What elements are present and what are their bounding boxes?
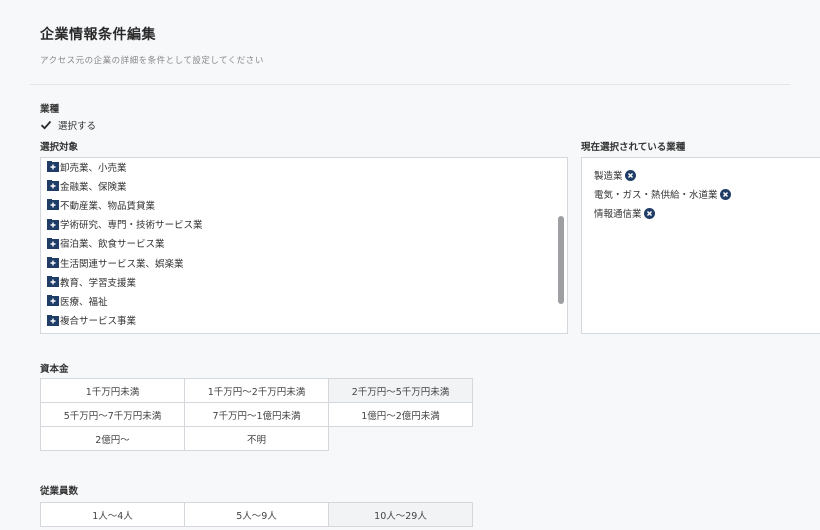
folder-plus-icon[interactable] [47,180,59,192]
industry-option[interactable]: 医療、福祉 [47,291,203,310]
capital-option[interactable]: 2億円～ [40,426,185,451]
page-subtitle: アクセス元の企業の詳細を条件として設定してください [40,56,264,66]
industry-option[interactable]: 不動産業、物品賃貸業 [47,195,203,214]
industry-option[interactable]: 金融業、保険業 [47,176,203,195]
capital-option[interactable]: 1億円～2億円未満 [328,402,473,427]
capital-option[interactable]: 1千万円～2千万円未満 [184,378,329,403]
industry-option[interactable]: 学術研究、専門・技術サービス業 [47,215,203,234]
industry-target-label: 選択対象 [40,142,79,153]
header-divider [30,84,790,85]
capital-option[interactable]: 7千万円～1億円未満 [184,402,329,427]
folder-plus-icon[interactable] [47,314,59,326]
checkmark-icon[interactable] [40,119,52,131]
selected-industry-label: 電気・ガス・熱供給・水道業 [594,190,718,201]
industry-option-label: 教育、学習支援業 [60,277,137,289]
industry-label: 業種 [40,104,60,115]
capital-option[interactable]: 不明 [184,426,329,451]
industry-select-label: 選択する [58,121,97,132]
employees-option[interactable]: 1人～4人 [40,502,185,527]
folder-plus-icon[interactable] [47,199,59,211]
industry-option[interactable]: 卸売業、小売業 [47,158,203,176]
folder-plus-icon[interactable] [47,276,59,288]
industry-option-label: 医療、福祉 [60,296,108,308]
capital-label: 資本金 [40,364,69,375]
employees-label: 従業員数 [40,486,79,497]
employees-option[interactable]: 5人～9人 [184,502,329,527]
industry-option-label: 学術研究、専門・技術サービス業 [60,220,203,232]
folder-plus-icon[interactable] [47,257,59,269]
industry-option[interactable]: 生活関連サービス業、娯楽業 [47,253,203,272]
list-scrollbar[interactable] [558,216,564,304]
folder-plus-icon[interactable] [47,161,59,173]
folder-plus-icon[interactable] [47,237,59,249]
industry-option-label: 宿泊業、飲食サービス業 [60,239,165,251]
industry-option-label: 卸売業、小売業 [60,162,127,174]
remove-icon[interactable] [624,169,636,181]
folder-plus-icon[interactable] [47,295,59,307]
industry-option-label: 生活関連サービス業、娯楽業 [60,258,184,270]
selected-industry-label: 情報通信業 [594,209,642,220]
industry-option[interactable]: 複合サービス事業 [47,311,203,330]
selected-industries-panel: 製造業 電気・ガス・熱供給・水道業 情報通信業 [581,157,820,334]
industry-option-label: 不動産業、物品賃貸業 [60,200,156,212]
industry-option-label: 金融業、保険業 [60,181,127,193]
selected-industry-tag: 電気・ガス・熱供給・水道業 [594,187,731,201]
remove-icon[interactable] [643,207,655,219]
selected-industry-label: 製造業 [594,171,623,182]
capital-option[interactable]: 5千万円～7千万円未満 [40,402,185,427]
folder-plus-icon[interactable] [47,218,59,230]
employees-option[interactable]: 10人～29人 [328,502,473,527]
industry-selected-label: 現在選択されている業種 [581,142,686,153]
capital-options-grid: 1千万円未満 1千万円～2千万円未満 2千万円～5千万円未満 5千万円～7千万円… [40,378,473,451]
capital-option[interactable]: 1千万円未満 [40,378,185,403]
capital-option[interactable]: 2千万円～5千万円未満 [328,378,473,403]
remove-icon[interactable] [719,188,731,200]
industry-select-toggle[interactable]: 選択する [40,118,96,132]
industry-option[interactable]: 教育、学習支援業 [47,272,203,291]
selected-industry-tag: 情報通信業 [594,206,655,220]
page-title: 企業情報条件編集 [40,27,156,43]
industry-option-label: 複合サービス事業 [60,316,137,328]
selected-industry-tag: 製造業 [594,168,636,182]
industry-option[interactable]: 宿泊業、飲食サービス業 [47,234,203,253]
employees-options-grid: 1人～4人 5人～9人 10人～29人 [40,502,473,527]
industry-options-list[interactable]: 卸売業、小売業 金融業、保険業 不動産業、物品賃貸業 学術研究、専門・技術サービ… [40,157,568,334]
page-header: 企業情報条件編集 アクセス元の企業の詳細を条件として設定してください [40,24,264,66]
